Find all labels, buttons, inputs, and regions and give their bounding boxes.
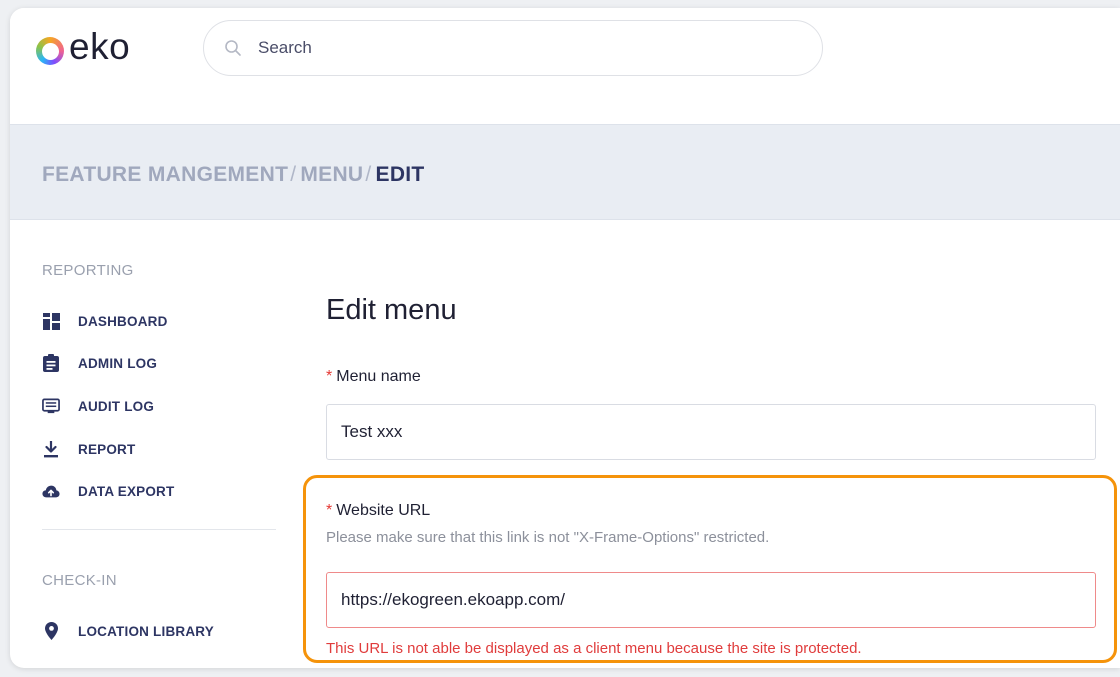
- search-bar[interactable]: [203, 20, 823, 76]
- sidebar-divider: [42, 529, 276, 530]
- required-marker: *: [326, 368, 333, 385]
- breadcrumb-bar: FEATURE MANGEMENT/MENU/EDIT: [10, 124, 1120, 220]
- top-bar: eko: [10, 8, 1120, 124]
- sidebar-section-reporting: REPORTING: [42, 262, 134, 279]
- breadcrumb-separator: /: [365, 163, 372, 186]
- page-title: Edit menu: [326, 294, 457, 326]
- clipboard-icon: [42, 354, 60, 372]
- breadcrumb-item-menu[interactable]: MENU: [300, 163, 363, 186]
- sidebar-item-label: LOCATION LIBRARY: [78, 623, 214, 639]
- menu-name-input[interactable]: [326, 404, 1096, 460]
- logo-ring-icon: [36, 37, 64, 65]
- breadcrumb: FEATURE MANGEMENT/MENU/EDIT: [42, 163, 425, 187]
- breadcrumb-item-edit: EDIT: [375, 163, 425, 186]
- download-icon: [42, 440, 60, 458]
- breadcrumb-item-feature-management[interactable]: FEATURE MANGEMENT: [42, 163, 288, 186]
- sidebar-item-location-library[interactable]: LOCATION LIBRARY: [42, 619, 214, 643]
- logo[interactable]: eko: [36, 26, 130, 68]
- sidebar-item-audit-log[interactable]: AUDIT LOG: [42, 394, 154, 418]
- sidebar-item-data-export[interactable]: DATA EXPORT: [42, 479, 174, 503]
- sidebar: REPORTING DASHBOARD ADMIN LOG AUDIT LOG …: [10, 220, 290, 668]
- dashboard-icon: [42, 312, 60, 330]
- location-pin-icon: [42, 622, 60, 640]
- logo-text: eko: [69, 26, 131, 67]
- cloud-upload-icon: [42, 482, 60, 500]
- list-icon: [42, 397, 60, 415]
- sidebar-item-label: REPORT: [78, 441, 136, 457]
- sidebar-item-report[interactable]: REPORT: [42, 437, 135, 461]
- sidebar-item-label: AUDIT LOG: [78, 398, 155, 414]
- search-input[interactable]: [256, 37, 760, 59]
- breadcrumb-separator: /: [290, 163, 297, 186]
- sidebar-item-label: DASHBOARD: [78, 313, 168, 329]
- search-icon: [225, 40, 241, 56]
- sidebar-item-label: DATA EXPORT: [78, 483, 175, 499]
- menu-name-label: * Menu name: [326, 368, 421, 386]
- sidebar-item-dashboard[interactable]: DASHBOARD: [42, 309, 168, 333]
- sidebar-item-label: ADMIN LOG: [78, 355, 158, 371]
- sidebar-section-check-in: CHECK-IN: [42, 572, 117, 589]
- menu-name-label-text: Menu name: [336, 368, 421, 385]
- highlight-box: [303, 475, 1117, 663]
- sidebar-item-admin-log[interactable]: ADMIN LOG: [42, 351, 157, 375]
- app-window: eko FEATURE MANGEMENT/MENU/EDIT REPORTIN…: [10, 8, 1120, 668]
